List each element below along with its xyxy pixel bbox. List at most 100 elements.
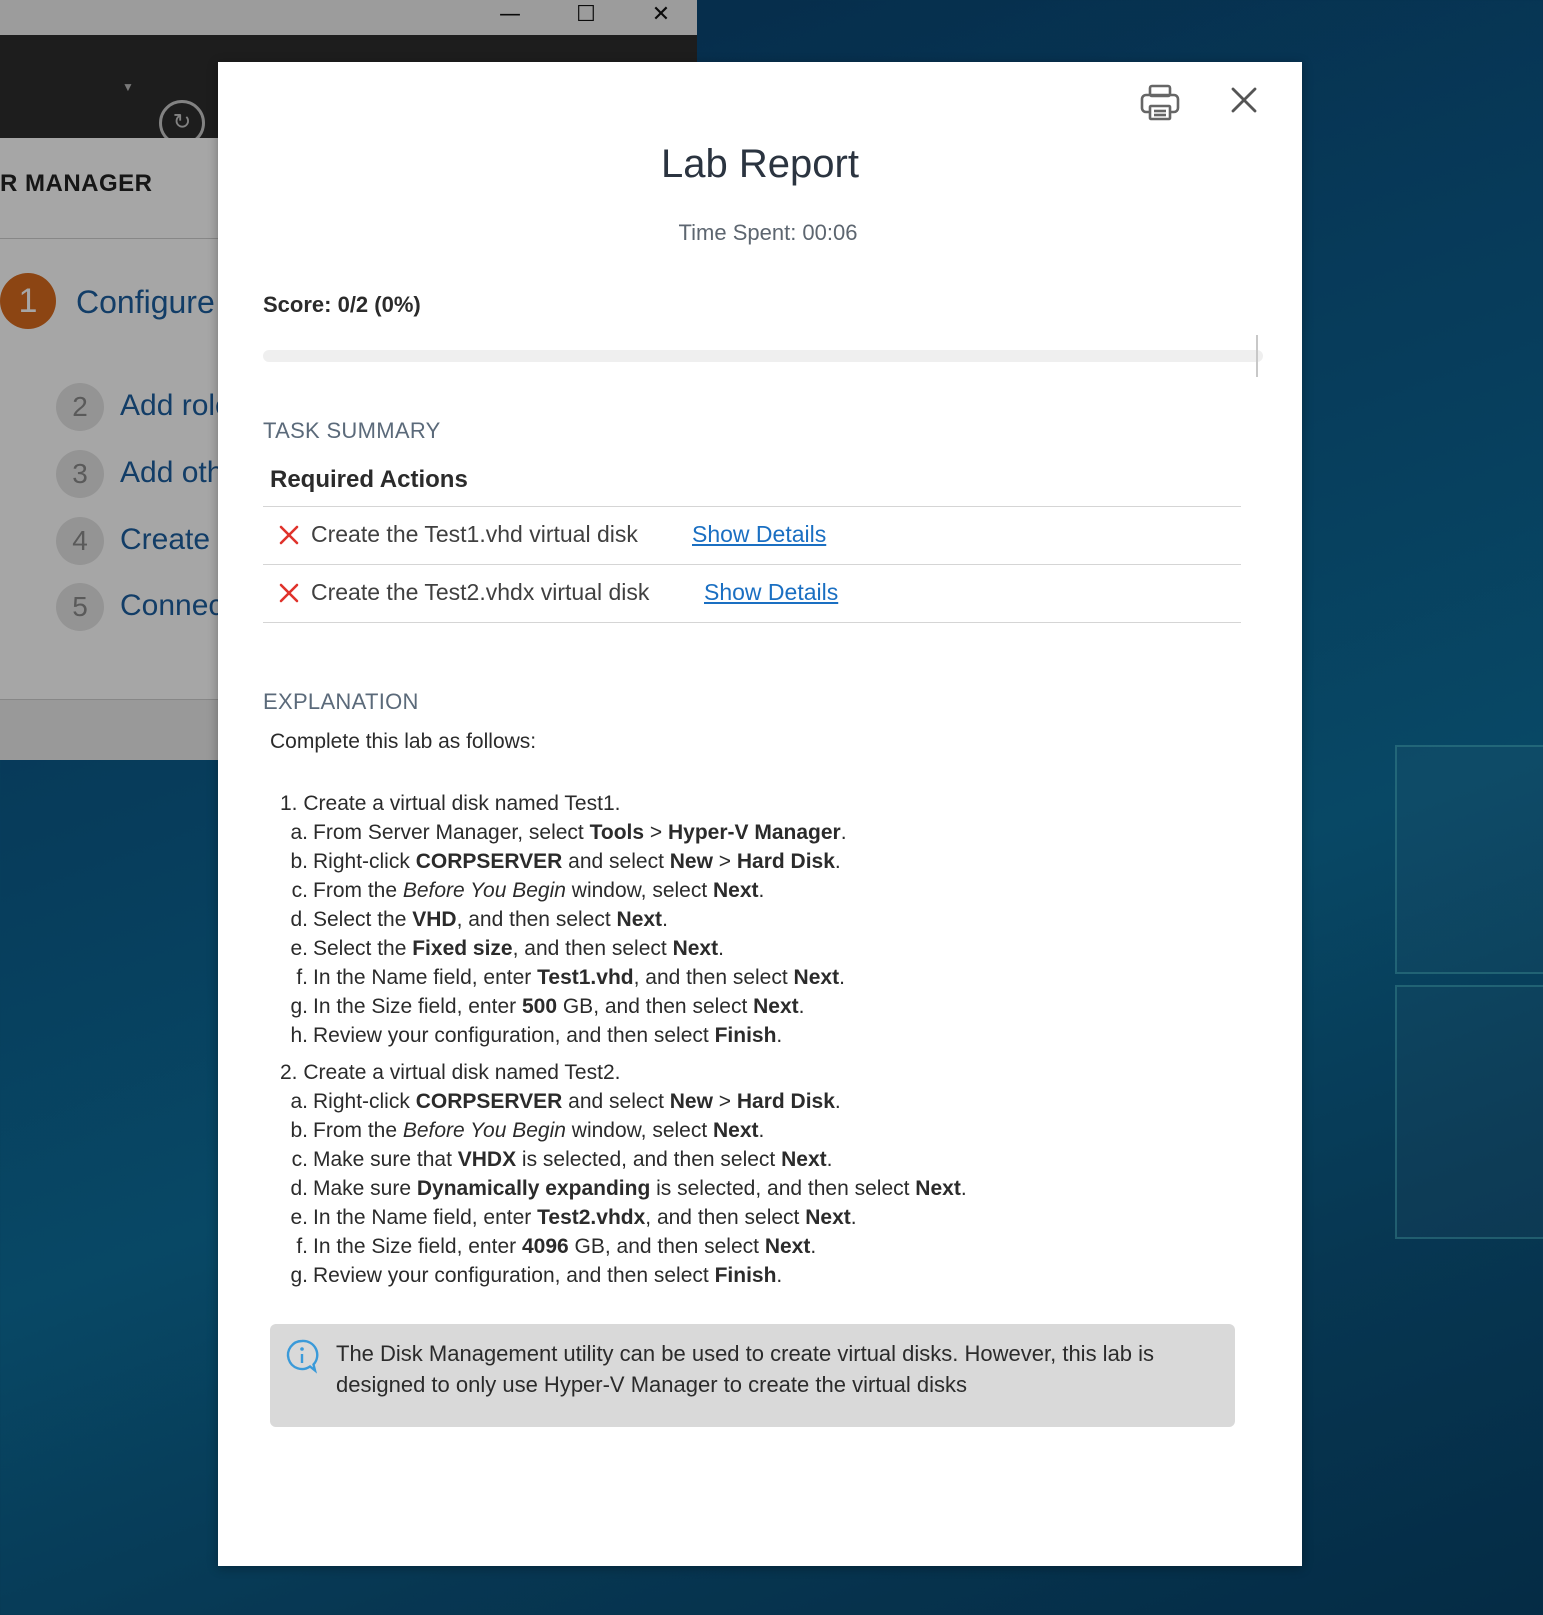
substep-keyword: 500 bbox=[521, 995, 558, 1018]
substep-keyword: Finish bbox=[714, 1024, 777, 1047]
print-button[interactable] bbox=[1138, 80, 1182, 124]
substep-keyword: Dynamically expanding bbox=[416, 1177, 651, 1200]
step-heading: 2. Create a virtual disk named Test2. bbox=[280, 1058, 967, 1087]
substep-letter: f. bbox=[296, 966, 308, 989]
substep-keyword: Test2.vhdx bbox=[537, 1206, 646, 1229]
substep-item: f. In the Name field, enter Test1.vhd, an… bbox=[280, 963, 847, 992]
substep-text: Review your configuration, and then sele… bbox=[313, 1264, 715, 1287]
explanation-step: 2. Create a virtual disk named Test2. a.… bbox=[280, 1058, 967, 1290]
substep-text: . bbox=[798, 995, 805, 1018]
substep-keyword: Next bbox=[753, 995, 799, 1018]
substep-keyword: Hard Disk bbox=[736, 1090, 835, 1113]
task-description: Create the Test2.vhdx virtual disk bbox=[311, 579, 650, 605]
substep-keyword: Next bbox=[915, 1177, 961, 1200]
info-icon bbox=[286, 1339, 319, 1374]
substep-letter: g. bbox=[290, 995, 308, 1018]
substep-letter: h. bbox=[290, 1024, 308, 1047]
show-details-link[interactable]: Show Details bbox=[704, 579, 838, 606]
substep-text: GB, and then select bbox=[557, 995, 754, 1018]
substep-keyword: VHDX bbox=[457, 1148, 517, 1171]
substep-keyword: Next bbox=[764, 1235, 811, 1258]
substep-text: . bbox=[840, 821, 847, 844]
substep-keyword: New bbox=[669, 850, 713, 873]
substep-letter: d. bbox=[290, 908, 308, 931]
substep-keyword: 4096 bbox=[521, 1235, 569, 1258]
substep-item: g. Review your configuration, and then se… bbox=[280, 1261, 967, 1290]
substep-text: . bbox=[834, 850, 841, 873]
fail-x-icon bbox=[279, 525, 299, 545]
substep-letter: b. bbox=[290, 1119, 308, 1142]
substep-keyword: Before You Begin bbox=[402, 879, 566, 902]
close-button[interactable] bbox=[1224, 80, 1264, 120]
substep-text: From the bbox=[313, 1119, 403, 1142]
substep-text: Review your configuration, and then sele… bbox=[313, 1024, 715, 1047]
printer-icon bbox=[1140, 84, 1180, 121]
substep-text: window, select bbox=[565, 879, 714, 902]
substep-letter: e. bbox=[290, 937, 308, 960]
substep-text: . bbox=[834, 1090, 841, 1113]
substep-keyword: New bbox=[669, 1090, 713, 1113]
substep-item: e. In the Name field, enter Test2.vhdx, a… bbox=[280, 1203, 967, 1232]
task-row: Create the Test2.vhdx virtual disk Show … bbox=[263, 564, 1241, 623]
substep-text: , and then select bbox=[456, 908, 617, 931]
substep-item: h. Review your configuration, and then se… bbox=[280, 1021, 847, 1050]
substep-text: GB, and then select bbox=[568, 1235, 765, 1258]
substep-text: Right-click bbox=[313, 850, 416, 873]
substep-keyword: Hard Disk bbox=[736, 850, 835, 873]
substep-item: d. Select the VHD, and then select Next. bbox=[280, 905, 847, 934]
required-actions-heading: Required Actions bbox=[270, 466, 468, 493]
substep-text: and select bbox=[562, 850, 670, 873]
substep-keyword: Next bbox=[781, 1148, 827, 1171]
substep-text: In the Name field, enter bbox=[313, 966, 538, 989]
substep-item: a. Right-click CORPSERVER and select New … bbox=[280, 1087, 967, 1116]
substep-text: . bbox=[758, 1119, 765, 1142]
substep-text: , and then select bbox=[645, 1206, 806, 1229]
substep-text: In the Size field, enter bbox=[313, 995, 522, 1018]
substep-letter: b. bbox=[290, 850, 308, 873]
substep-keyword: Hyper-V Manager bbox=[668, 821, 841, 844]
score-label: Score: 0/2 (0%) bbox=[263, 292, 421, 317]
substep-keyword: Before You Begin bbox=[402, 1119, 566, 1142]
show-details-link[interactable]: Show Details bbox=[692, 521, 826, 548]
explanation-step: 1. Create a virtual disk named Test1. a.… bbox=[280, 789, 847, 1050]
substep-letter: d. bbox=[290, 1177, 308, 1200]
substep-letter: g. bbox=[290, 1264, 308, 1287]
substep-text: is selected, and then select bbox=[650, 1177, 916, 1200]
substep-text: . bbox=[826, 1148, 833, 1171]
substep-text: . bbox=[839, 966, 845, 989]
substep-keyword: Next bbox=[713, 1119, 759, 1142]
substep-keyword: Finish bbox=[714, 1264, 777, 1287]
substep-text: In the Name field, enter bbox=[313, 1206, 538, 1229]
fail-x-icon bbox=[279, 583, 299, 603]
info-note: The Disk Management utility can be used … bbox=[270, 1324, 1235, 1427]
substep-text: In the Size field, enter bbox=[313, 1235, 522, 1258]
substep-keyword: Next bbox=[616, 908, 663, 931]
step-heading: 1. Create a virtual disk named Test1. bbox=[280, 789, 847, 818]
progress-end-marker bbox=[1256, 335, 1258, 377]
substep-item: f. In the Size field, enter 4096 GB, and … bbox=[280, 1232, 967, 1261]
substep-text: and select bbox=[562, 1090, 670, 1113]
substep-text: . bbox=[960, 1177, 967, 1200]
substep-keyword: Next bbox=[672, 937, 719, 960]
substep-text: . bbox=[718, 937, 724, 960]
step-text: Create a virtual disk named Test2. bbox=[303, 1061, 621, 1084]
substep-text: > bbox=[712, 850, 737, 873]
substep-text: . bbox=[758, 879, 765, 902]
substep-item: a. From Server Manager, select Tools > Hy… bbox=[280, 818, 847, 847]
substep-text: From Server Manager, select bbox=[313, 821, 590, 844]
task-description: Create the Test1.vhd virtual disk bbox=[311, 521, 638, 547]
substep-text: . bbox=[776, 1024, 783, 1047]
substep-keyword: Test1.vhd bbox=[537, 966, 634, 989]
dialog-title: Lab Report bbox=[661, 142, 859, 186]
substep-text: From the bbox=[313, 879, 403, 902]
substep-item: b. Right-click CORPSERVER and select New … bbox=[280, 847, 847, 876]
close-icon bbox=[1231, 87, 1257, 113]
substep-text: > bbox=[712, 1090, 737, 1113]
substep-item: g. In the Size field, enter 500 GB, and t… bbox=[280, 992, 847, 1021]
info-note-text: The Disk Management utility can be used … bbox=[336, 1341, 1155, 1397]
substep-keyword: VHD bbox=[412, 908, 457, 931]
substep-letter: a. bbox=[290, 821, 308, 844]
substep-item: c. Make sure that VHDX is selected, and t… bbox=[280, 1145, 967, 1174]
substep-list: a. Right-click CORPSERVER and select New … bbox=[280, 1087, 967, 1290]
substep-letter: a. bbox=[290, 1090, 308, 1113]
